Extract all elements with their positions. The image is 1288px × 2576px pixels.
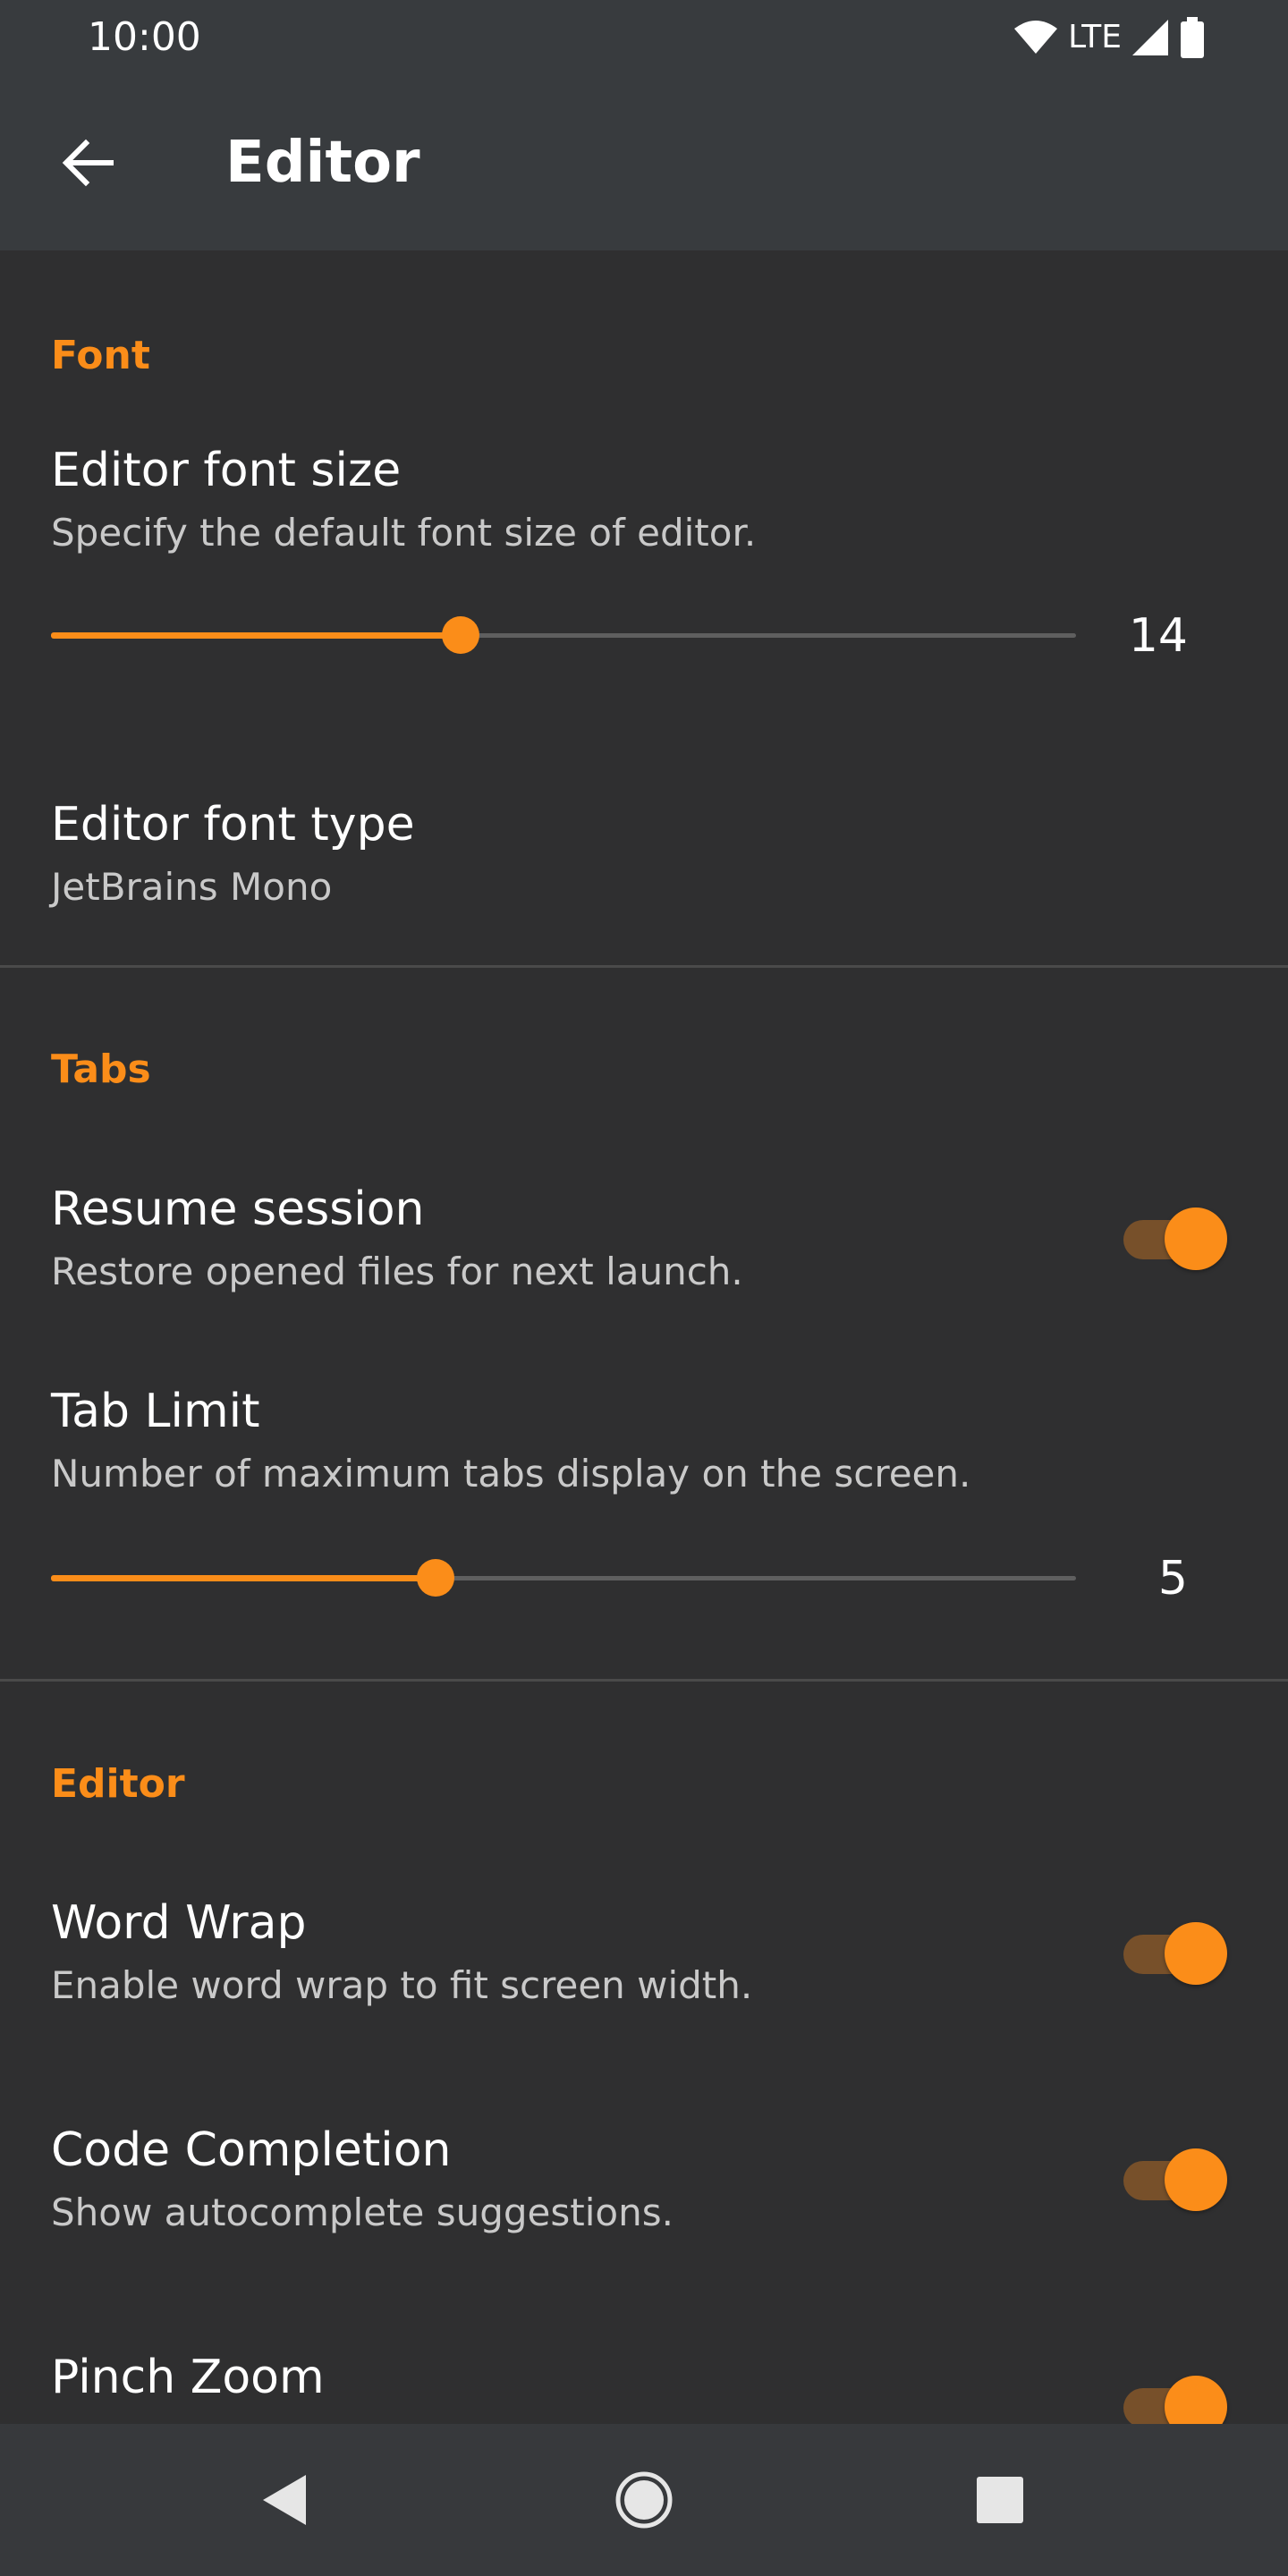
pref-title: Pinch Zoom — [51, 2351, 325, 2404]
back-triangle-icon — [263, 2475, 306, 2525]
pref-summary: JetBrains Mono — [51, 865, 333, 909]
cell-signal-icon — [1132, 20, 1168, 55]
app-bar: Editor — [0, 75, 1288, 250]
section-header-font: Font — [51, 333, 150, 378]
nav-home-button[interactable] — [599, 2455, 689, 2545]
pref-title: Editor font type — [51, 798, 415, 852]
back-button[interactable] — [52, 127, 123, 199]
switch-thumb — [1165, 1208, 1227, 1270]
font-size-value: 14 — [1128, 609, 1188, 663]
font-size-slider[interactable] — [51, 608, 1076, 662]
battery-icon — [1181, 17, 1204, 58]
pref-summary: Restore opened files for next launch. — [51, 1250, 743, 1293]
resume-session-switch[interactable] — [1123, 1202, 1227, 1270]
nav-back-button[interactable] — [240, 2455, 329, 2545]
tab-limit-value: 5 — [1157, 1552, 1188, 1606]
switch-thumb — [1165, 2148, 1227, 2211]
settings-list[interactable]: Font Editor font size Specify the defaul… — [0, 250, 1288, 2424]
pref-summary: Number of maximum tabs display on the sc… — [51, 1452, 971, 1496]
pref-summary: Show autocomplete suggestions. — [51, 2190, 674, 2234]
pref-title: Tab Limit — [51, 1385, 260, 1438]
status-time: 10:00 — [88, 14, 201, 60]
slider-fill — [51, 1575, 436, 1581]
pref-summary: Specify the default font size of editor. — [51, 511, 757, 555]
pref-title: Code Completion — [51, 2123, 452, 2177]
code-completion-switch[interactable] — [1123, 2143, 1227, 2211]
slider-thumb[interactable] — [442, 616, 480, 654]
slider-thumb[interactable] — [416, 1559, 454, 1597]
pref-title: Word Wrap — [51, 1896, 307, 1950]
status-icons: LTE — [1013, 14, 1206, 61]
nav-recents-button[interactable] — [955, 2455, 1045, 2545]
section-divider — [0, 965, 1288, 968]
slider-fill — [51, 632, 462, 639]
navigation-bar — [0, 2424, 1288, 2576]
wifi-icon — [1014, 21, 1058, 54]
network-type: LTE — [1068, 19, 1122, 55]
word-wrap-switch[interactable] — [1123, 1917, 1227, 1985]
recents-square-icon — [977, 2477, 1023, 2523]
arrow-left-icon — [62, 139, 114, 187]
page-title: Editor — [225, 130, 420, 196]
tab-limit-slider[interactable] — [51, 1551, 1076, 1605]
section-header-editor: Editor — [51, 1761, 185, 1807]
section-header-tabs: Tabs — [51, 1046, 151, 1092]
switch-thumb — [1165, 2376, 1227, 2424]
switch-thumb — [1165, 1922, 1227, 1985]
status-bar: 10:00 LTE — [0, 0, 1288, 75]
pref-summary: Enable word wrap to fit screen width. — [51, 1963, 753, 2007]
pref-title: Resume session — [51, 1182, 425, 1236]
section-divider — [0, 1679, 1288, 1682]
pref-title: Editor font size — [51, 444, 402, 497]
home-circle-icon — [615, 2471, 673, 2529]
pinch-zoom-switch[interactable] — [1123, 2370, 1227, 2424]
